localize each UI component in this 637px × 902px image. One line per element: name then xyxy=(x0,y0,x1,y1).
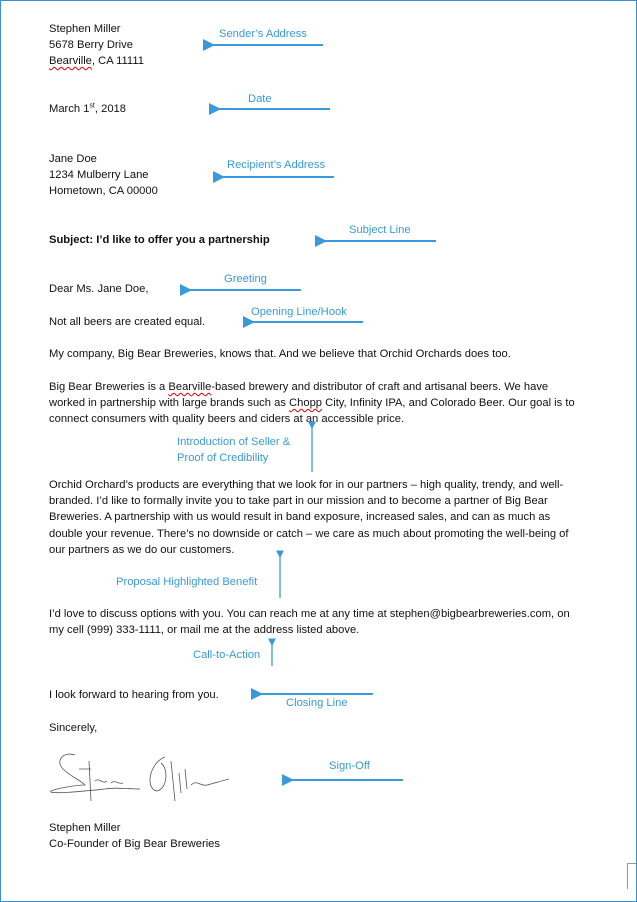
page-corner-mark xyxy=(627,863,636,889)
letter-page: Stephen Miller 5678 Berry Drive Bearvill… xyxy=(0,0,637,902)
annotation-arrows xyxy=(180,39,436,786)
